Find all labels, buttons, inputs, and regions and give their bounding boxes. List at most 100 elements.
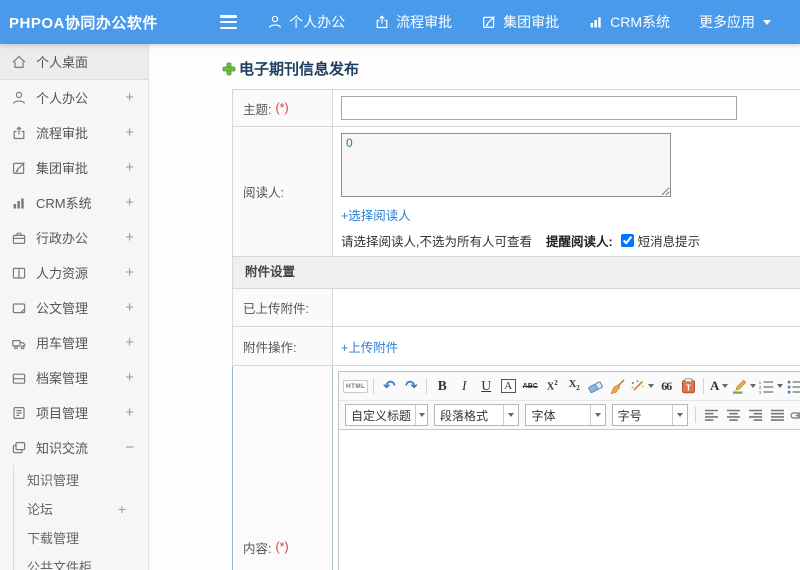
hamburger-menu-icon[interactable] bbox=[219, 15, 238, 29]
sidebar-item-用车管理[interactable]: 用车管理 + bbox=[0, 325, 148, 360]
subscript-button[interactable]: X2 bbox=[564, 376, 584, 397]
expand-toggle-icon[interactable]: + bbox=[125, 404, 134, 421]
html-source-button[interactable]: HTML bbox=[343, 376, 369, 397]
expand-toggle-icon[interactable]: + bbox=[125, 299, 134, 316]
align-justify-button[interactable] bbox=[767, 405, 787, 426]
sidebar-subitem-知识管理[interactable]: 知识管理 bbox=[14, 465, 148, 494]
publish-form: 主题: (*) 阅读人: +选择阅读人 请选择阅读人,不选为所有人可查看 bbox=[232, 89, 800, 570]
undo-button[interactable]: ↶ bbox=[379, 376, 399, 397]
expand-toggle-icon[interactable]: + bbox=[125, 229, 134, 246]
sidebar-item-流程审批[interactable]: 流程审批 + bbox=[0, 115, 148, 150]
bold-button[interactable]: B bbox=[432, 376, 452, 397]
editor-select-字体[interactable]: 字体 bbox=[525, 404, 606, 426]
ordered-list-button[interactable]: 123 bbox=[758, 376, 784, 397]
underline-button[interactable]: U bbox=[476, 376, 496, 397]
link-button[interactable] bbox=[789, 405, 800, 426]
content-row: 内容: (*) HTML ↶ ↷ B I U A ABC X2 X2 66 T A 1 2 3 自定义标题 段落… bbox=[232, 366, 800, 570]
blockquote-icon: 66 bbox=[661, 378, 672, 393]
subject-input[interactable] bbox=[341, 96, 737, 120]
editor-select-段落格式[interactable]: 段落格式 bbox=[434, 404, 520, 426]
strikethrough-button[interactable]: ABC bbox=[520, 376, 540, 397]
chevron-down-icon bbox=[589, 405, 605, 425]
attachment-section-header: 附件设置 bbox=[233, 257, 800, 289]
project-icon bbox=[11, 405, 28, 421]
sidebar-item-个人办公[interactable]: 个人办公 + bbox=[0, 80, 148, 115]
editor-content-area[interactable] bbox=[339, 429, 800, 570]
expand-toggle-icon[interactable]: + bbox=[125, 124, 134, 141]
sidebar-subitem-label: 论坛 bbox=[27, 502, 54, 517]
redo-icon: ↷ bbox=[404, 377, 418, 395]
sidebar-item-集团审批[interactable]: 集团审批 + bbox=[0, 150, 148, 185]
content-value-cell: HTML ↶ ↷ B I U A ABC X2 X2 66 T A 1 2 3 自定义标题 段落格式 字体 字号 bbox=[333, 366, 800, 570]
sidebar-item-公文管理[interactable]: 公文管理 + bbox=[0, 290, 148, 325]
reader-hint: 请选择阅读人,不选为所有人可查看 bbox=[341, 235, 532, 249]
upload-attachment-link[interactable]: +上传附件 bbox=[341, 337, 398, 356]
superscript-button[interactable]: X2 bbox=[542, 376, 562, 397]
expand-toggle-icon[interactable]: + bbox=[118, 501, 126, 517]
align-center-button[interactable] bbox=[723, 405, 743, 426]
required-mark: (*) bbox=[275, 540, 289, 554]
reader-textarea[interactable] bbox=[341, 133, 671, 197]
sms-remind-checkbox[interactable] bbox=[620, 234, 634, 247]
sidebar-item-个人桌面[interactable]: 个人桌面 bbox=[0, 44, 148, 80]
unordered-list-button[interactable] bbox=[785, 376, 800, 397]
font-box-button[interactable]: A bbox=[498, 376, 518, 397]
svg-text:T: T bbox=[686, 383, 692, 393]
highlight-pen-icon bbox=[731, 379, 747, 394]
reader-label-cell: 阅读人: bbox=[233, 127, 333, 256]
magic-wand-button[interactable] bbox=[630, 376, 655, 397]
sidebar-item-CRM系统[interactable]: CRM系统 + bbox=[0, 185, 148, 220]
header-nav: 个人办公 流程审批 集团审批 CRM系统 更多应用 bbox=[267, 12, 800, 32]
flow-icon bbox=[374, 14, 390, 30]
sidebar-item-项目管理[interactable]: 项目管理 + bbox=[0, 395, 148, 430]
nav-item-CRM系统[interactable]: CRM系统 bbox=[588, 12, 670, 32]
eraser-button[interactable] bbox=[586, 376, 606, 397]
expand-toggle-icon[interactable]: + bbox=[125, 369, 134, 386]
select-reader-link[interactable]: +选择阅读人 bbox=[341, 205, 411, 224]
chart-icon bbox=[11, 195, 28, 211]
unordered-list-icon bbox=[787, 379, 800, 394]
sidebar-item-人力资源[interactable]: 人力资源 + bbox=[0, 255, 148, 290]
font-box-icon: A bbox=[500, 379, 516, 393]
nav-item-流程审批[interactable]: 流程审批 bbox=[374, 12, 452, 32]
archive-icon bbox=[11, 370, 28, 386]
nav-item-label: 集团审批 bbox=[503, 14, 560, 30]
expand-toggle-icon[interactable]: + bbox=[125, 334, 134, 351]
truck-icon bbox=[11, 335, 28, 351]
sidebar-subitem-公共文件柜[interactable]: 公共文件柜 bbox=[14, 552, 148, 570]
italic-button[interactable]: I bbox=[454, 376, 474, 397]
redo-button[interactable]: ↷ bbox=[401, 376, 421, 397]
briefcase-icon bbox=[11, 230, 28, 246]
editor-select-字号[interactable]: 字号 bbox=[611, 404, 689, 426]
expand-toggle-icon[interactable]: + bbox=[125, 89, 134, 106]
blockquote-button[interactable]: 66 bbox=[656, 376, 676, 397]
align-left-button[interactable] bbox=[701, 405, 721, 426]
flow-icon bbox=[11, 125, 28, 141]
subject-label: 主题: bbox=[243, 102, 272, 117]
paste-text-button[interactable]: T bbox=[678, 376, 698, 397]
nav-item-集团审批[interactable]: 集团审批 bbox=[481, 12, 559, 32]
nav-item-个人办公[interactable]: 个人办公 bbox=[267, 12, 345, 32]
sidebar-item-档案管理[interactable]: 档案管理 + bbox=[0, 360, 148, 395]
sidebar-subitem-论坛[interactable]: 论坛 + bbox=[14, 494, 148, 523]
expand-toggle-icon[interactable]: + bbox=[125, 264, 134, 281]
highlight-pen-button[interactable] bbox=[731, 376, 757, 397]
expand-toggle-icon[interactable]: − bbox=[125, 439, 134, 456]
attachment-op-label-cell: 附件操作: bbox=[233, 327, 333, 365]
sidebar-item-知识交流[interactable]: 知识交流 − bbox=[0, 430, 148, 465]
editor-select-自定义标题[interactable]: 自定义标题 bbox=[345, 404, 428, 426]
uploaded-attachment-row: 已上传附件: bbox=[233, 289, 800, 327]
sidebar-item-行政办公[interactable]: 行政办公 + bbox=[0, 220, 148, 255]
expand-toggle-icon[interactable]: + bbox=[125, 194, 134, 211]
superscript-icon: X2 bbox=[546, 379, 558, 393]
expand-toggle-icon[interactable]: + bbox=[125, 159, 134, 176]
nav-item-更多应用[interactable]: 更多应用 bbox=[699, 12, 771, 32]
subject-value-cell bbox=[333, 90, 800, 126]
sidebar-subitem-下载管理[interactable]: 下载管理 bbox=[14, 523, 148, 552]
font-color-button[interactable]: A bbox=[709, 376, 729, 397]
align-right-icon bbox=[748, 409, 763, 422]
subscript-icon: X2 bbox=[568, 379, 580, 393]
align-right-button[interactable] bbox=[745, 405, 765, 426]
format-brush-button[interactable] bbox=[608, 376, 628, 397]
select-value: 字号 bbox=[617, 408, 642, 423]
